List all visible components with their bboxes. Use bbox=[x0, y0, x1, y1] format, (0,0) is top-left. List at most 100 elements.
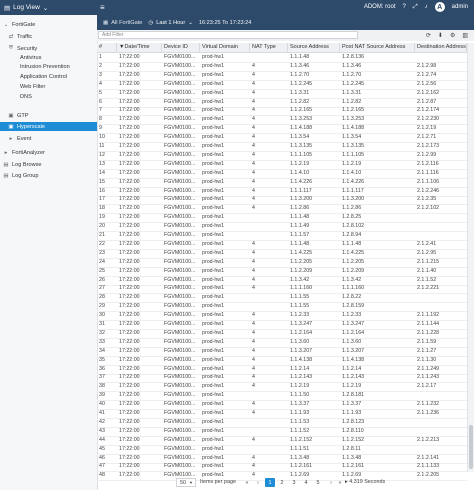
table-cell: 4 bbox=[252, 80, 255, 87]
table-cell: prod-hw1 bbox=[202, 134, 225, 141]
gtp-icon: ▣ bbox=[8, 112, 14, 119]
table-cell: 2.1.2.74 bbox=[417, 71, 437, 78]
table-cell: 17:22:00 bbox=[119, 383, 140, 390]
table-cell: FGVM0100... bbox=[164, 169, 196, 176]
table-cell: prod-hw1 bbox=[202, 374, 225, 381]
table-cell: 17:22:00 bbox=[119, 107, 140, 114]
last-page-icon[interactable]: » bbox=[335, 478, 345, 487]
page-button[interactable]: 3 bbox=[289, 478, 299, 487]
table-cell: 2.1.2.35 bbox=[417, 196, 437, 203]
sidebar-item-log-browse[interactable]: ▤ Log Browse bbox=[0, 160, 97, 169]
sidebar-item-label: Hyperscale bbox=[17, 123, 45, 130]
help-icon[interactable]: ? bbox=[403, 4, 406, 10]
download-icon[interactable]: ⬇ bbox=[438, 32, 443, 39]
table-cell: FGVM0100... bbox=[164, 258, 196, 265]
sidebar-item-gtp[interactable]: ▣ GTP bbox=[0, 111, 97, 120]
table-cell: 1.1.2.209 bbox=[342, 267, 365, 274]
table-cell: 17:22:00 bbox=[119, 249, 140, 256]
table-cell: 2.1.2.99 bbox=[417, 151, 437, 158]
sidebar-item-hyperscale[interactable]: ▣ Hyperscale bbox=[0, 122, 97, 131]
table-cell: prod-hw1 bbox=[202, 240, 225, 247]
items-per-page-select[interactable]: 50 ▼ bbox=[176, 478, 196, 487]
table-cell: 17:22:00 bbox=[119, 445, 140, 452]
table-cell: 1.1.1.55 bbox=[290, 303, 310, 310]
column-header[interactable]: Destination Address bbox=[415, 43, 467, 52]
scrollbar-thumb[interactable] bbox=[469, 425, 473, 469]
menu-toggle-icon[interactable]: ≡ bbox=[100, 3, 105, 12]
column-header[interactable]: Device ID bbox=[162, 43, 200, 52]
table-cell: 4 bbox=[252, 151, 255, 158]
notification-icon[interactable]: ♪ bbox=[425, 4, 428, 10]
table-cell: 1.1.1.117 bbox=[290, 187, 312, 194]
column-header[interactable]: NAT Type bbox=[250, 43, 288, 52]
user-name[interactable]: admin bbox=[452, 4, 468, 10]
column-header[interactable]: ▼Date/Time bbox=[117, 43, 162, 52]
table-cell: 1.1.1.52 bbox=[290, 427, 310, 434]
table-cell bbox=[250, 302, 288, 311]
column-header[interactable]: Virtual Domain bbox=[200, 43, 250, 52]
page-button[interactable]: 2 bbox=[277, 478, 287, 487]
table-cell: 17:22:00 bbox=[119, 62, 140, 69]
table-cell: 2.1.2.41 bbox=[417, 240, 437, 247]
column-header[interactable]: # bbox=[97, 43, 117, 52]
table-cell: 17:22:00 bbox=[119, 232, 140, 238]
table-cell: 1.2.8.11 bbox=[342, 445, 361, 452]
traffic-icon: ⇄ bbox=[8, 33, 14, 40]
app-title[interactable]: ▤ Log View ⌄ bbox=[4, 4, 48, 12]
first-page-icon[interactable]: « bbox=[242, 478, 252, 487]
page-button[interactable]: 1 bbox=[265, 478, 275, 487]
columns-icon[interactable]: ▥ bbox=[462, 32, 468, 39]
fullscreen-icon[interactable]: ⤢ bbox=[413, 4, 418, 11]
refresh-icon[interactable]: ⟳ bbox=[426, 32, 431, 39]
sidebar-item-web-filter[interactable]: Web Filter bbox=[0, 82, 97, 91]
sidebar-item-security[interactable]: ⛨ Security bbox=[0, 44, 97, 53]
table-header: # ▼Date/Time Device ID Virtual Domain NAT Ty… bbox=[97, 43, 467, 53]
page-button[interactable]: 5 bbox=[313, 478, 323, 487]
table-cell: 2.1.1.116 bbox=[417, 169, 439, 176]
table-cell: prod-hw1 bbox=[202, 169, 225, 176]
page-button[interactable]: 4 bbox=[301, 478, 311, 487]
sidebar-item-dns[interactable]: DNS bbox=[0, 92, 97, 101]
table-cell: prod-hw1 bbox=[202, 329, 225, 336]
table-cell: 17:22:00 bbox=[119, 374, 140, 381]
table-cell: 17:22:00 bbox=[119, 240, 140, 247]
sidebar-item-application-control[interactable]: Application Control bbox=[0, 72, 97, 81]
sidebar-item-fortigate[interactable]: ⌄ FortiGate bbox=[0, 20, 97, 29]
device-selector[interactable]: ▦ All FortiGate bbox=[103, 20, 142, 26]
table-cell: 2.1.1.133 bbox=[417, 463, 440, 470]
table-cell: 4 bbox=[252, 187, 255, 194]
table-cell: 1.1.2.165 bbox=[290, 107, 313, 114]
table-cell: prod-hw1 bbox=[202, 347, 225, 354]
table-cell: 17:22:00 bbox=[119, 427, 140, 434]
settings-icon[interactable]: ⚙ bbox=[450, 32, 455, 39]
adom-selector[interactable]: ADOM: root bbox=[364, 4, 396, 10]
sidebar-item-event[interactable]: ▸ Event bbox=[0, 134, 97, 143]
table-cell: 17:22:00 bbox=[119, 169, 140, 176]
sidebar-item-label: Log Group bbox=[12, 172, 39, 179]
table-cell: 35 bbox=[99, 356, 105, 363]
sidebar-item-intrusion-prevention[interactable]: Intrusion Prevention bbox=[0, 62, 97, 71]
prev-page-icon[interactable]: ‹ bbox=[253, 478, 263, 487]
table-cell: 17:22:00 bbox=[119, 71, 140, 78]
column-header[interactable]: Post NAT Source Address bbox=[340, 43, 415, 52]
table-cell: 4 bbox=[252, 347, 255, 354]
table-cell: 1.1.2.143 bbox=[342, 374, 365, 381]
sidebar-item-fortianalyzer[interactable]: ▸ FortiAnalyzer bbox=[0, 148, 97, 157]
sidebar-item-traffic[interactable]: ⇄ Traffic bbox=[0, 32, 97, 41]
table-cell: 1.1.1.105 bbox=[342, 151, 365, 158]
table-cell: 32 bbox=[99, 329, 105, 336]
table-cell bbox=[250, 222, 288, 231]
filter-input[interactable]: Add Filter bbox=[98, 31, 358, 39]
table-scrollbar[interactable] bbox=[467, 43, 474, 472]
table-cell: 4 bbox=[252, 276, 255, 283]
table-cell: FGVM0100... bbox=[164, 454, 196, 461]
sidebar-item-antivirus[interactable]: Antivirus bbox=[0, 53, 97, 62]
time-range-selector[interactable]: ◷ Last 1 Hour ⌄ bbox=[148, 20, 193, 26]
table-cell: 1.1.2.19 bbox=[342, 160, 362, 167]
avatar[interactable]: A bbox=[434, 2, 445, 12]
table-cell: 4 bbox=[252, 258, 255, 265]
table-cell: FGVM0100... bbox=[164, 267, 196, 274]
sidebar-item-log-group[interactable]: ▤ Log Group bbox=[0, 171, 97, 180]
column-header[interactable]: Source Address bbox=[288, 43, 340, 52]
table-cell: prod-hw1 bbox=[202, 463, 225, 470]
